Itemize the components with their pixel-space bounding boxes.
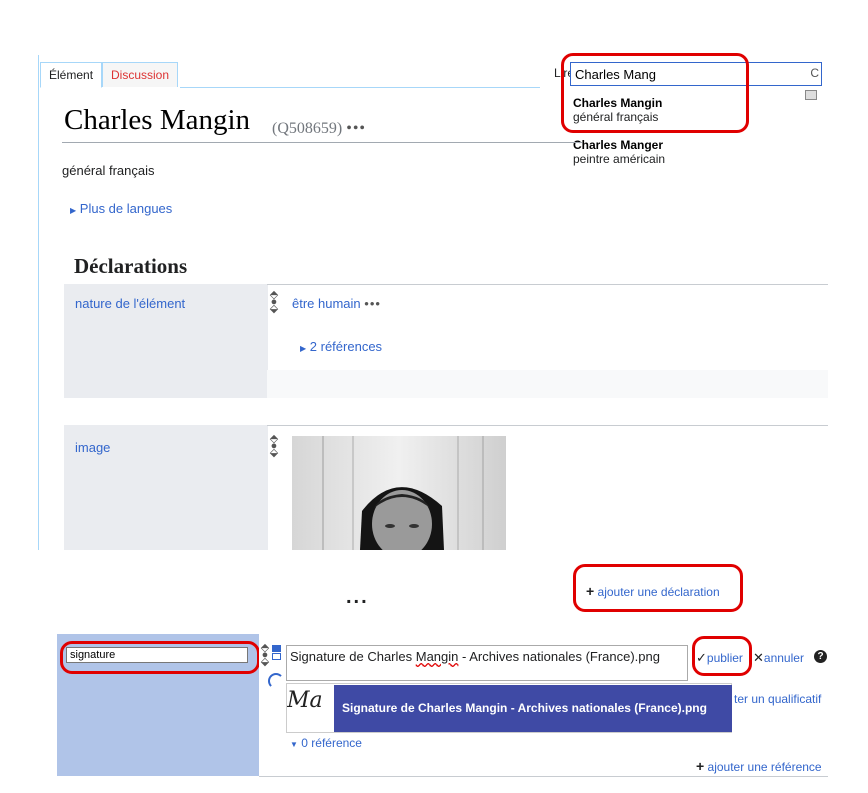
loading-spinner-icon — [268, 673, 284, 689]
plus-icon: + — [696, 758, 705, 774]
search-suggestion[interactable]: Charles Mangin général français — [573, 96, 662, 124]
check-icon: ✓ — [696, 650, 707, 665]
plus-icon: + — [586, 583, 595, 599]
statement-value: être humain ••• — [292, 296, 381, 311]
title-divider — [62, 142, 582, 143]
file-value-text-end: - Archives nationales (France).png — [458, 649, 660, 664]
statement-top-border — [267, 284, 828, 285]
statements-heading: Déclarations — [74, 254, 188, 278]
triangle-right-icon: ▶ — [70, 206, 77, 215]
entity-id: (Q508659) ••• — [272, 120, 366, 138]
add-reference-button[interactable]: + ajouter une référence — [696, 758, 822, 774]
cancel-button[interactable]: ✕annuler — [753, 650, 804, 666]
tab-item[interactable]: Élément — [40, 62, 103, 88]
search-go-icon[interactable]: C — [810, 66, 819, 80]
page-title: Charles Mangin — [64, 104, 251, 136]
search-suggestion[interactable]: Charles Manger peintre américain — [573, 138, 665, 166]
tab-divider — [180, 87, 540, 88]
help-icon[interactable]: ? — [814, 650, 827, 663]
add-statement-label: ajouter une déclaration — [597, 585, 720, 599]
references-label: 2 références — [309, 339, 383, 354]
keyboard-icon[interactable] — [805, 90, 817, 100]
tab-discussion-label: Discussion — [111, 68, 170, 82]
suggestion-title: Charles Manger — [573, 138, 664, 152]
file-value-text: Signature de Charles — [290, 649, 416, 664]
references-toggle[interactable]: ▶ 2 références — [300, 339, 382, 354]
more-languages-label: Plus de langues — [79, 201, 173, 216]
suggestion-title: Charles Mangin — [573, 96, 663, 110]
references-label: 0 référence — [301, 736, 362, 750]
triangle-down-icon: ▼ — [290, 740, 298, 749]
misspelled-word: Mangin — [415, 649, 459, 664]
property-label[interactable]: nature de l'élément — [75, 296, 185, 311]
rank-selector-icon[interactable]: ⬘ ● ⬙ — [269, 290, 279, 315]
entity-id-text: (Q508659) — [272, 120, 343, 137]
portrait-photo — [292, 436, 506, 550]
rank-selector-icon[interactable]: ⬘ ● ⬙ — [260, 643, 270, 668]
portrait-image[interactable] — [292, 436, 506, 550]
thumbnail-text: Ma — [287, 688, 323, 713]
suggestion-description: peintre américain — [573, 152, 666, 166]
tab-discussion[interactable]: Discussion — [102, 62, 179, 87]
statement-value-link[interactable]: être humain — [292, 296, 361, 311]
cancel-label: annuler — [763, 651, 804, 665]
signature-thumbnail: Ma — [287, 688, 333, 728]
rank-selector-icon[interactable]: ⬘ ● ⬙ — [269, 434, 279, 459]
suggestion-description: général français — [573, 110, 659, 124]
statement-footer — [267, 370, 828, 398]
search-box[interactable]: C — [570, 62, 822, 86]
statement-top-border — [267, 425, 828, 426]
more-dots-icon[interactable]: ••• — [346, 120, 366, 137]
close-icon: ✕ — [753, 650, 764, 665]
publish-button[interactable]: ✓publier — [696, 650, 743, 666]
publish-label: publier — [706, 651, 743, 665]
property-input[interactable] — [66, 647, 248, 663]
references-toggle[interactable]: ▼ 0 référence — [290, 736, 362, 750]
add-reference-label: ajouter une référence — [707, 760, 822, 774]
file-value-input[interactable]: Signature de Charles Mangin - Archives n… — [286, 645, 688, 681]
add-qualifier-link[interactable]: ter un qualificatif — [734, 692, 821, 706]
add-statement-button[interactable]: + ajouter une déclaration — [586, 583, 720, 599]
search-input[interactable] — [575, 63, 805, 85]
more-languages-link[interactable]: ▶ Plus de langues — [70, 201, 172, 216]
entity-description: général français — [62, 163, 155, 178]
triangle-right-icon: ▶ — [300, 344, 307, 353]
page-border — [38, 55, 39, 550]
snaktype-selector-icon[interactable] — [272, 645, 282, 661]
omitted-content-ellipsis: ... — [346, 586, 369, 608]
more-dots-icon[interactable]: ••• — [364, 296, 381, 311]
file-suggestion-item[interactable]: Signature de Charles Mangin - Archives n… — [334, 685, 732, 732]
tab-item-label: Élément — [49, 68, 94, 82]
property-label[interactable]: image — [75, 440, 110, 455]
